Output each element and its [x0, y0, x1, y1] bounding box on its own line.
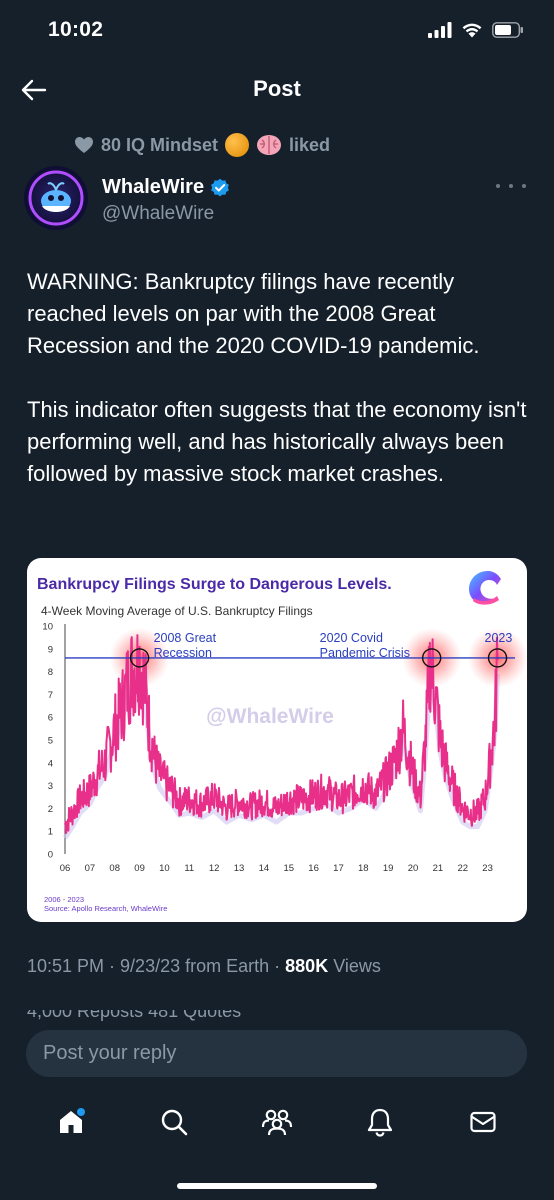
status-time: 10:02 — [48, 18, 104, 41]
bottom-tab-bar — [0, 1092, 554, 1152]
author-display-name[interactable]: WhaleWire — [102, 176, 230, 199]
verified-badge-icon — [211, 178, 229, 196]
y-tick-label: 4 — [48, 758, 53, 769]
x-tick-label: 10 — [159, 863, 170, 874]
engagement-stats-text: 4,000 Reposts 481 Quotes — [27, 1010, 242, 1021]
dot-icon — [509, 184, 513, 188]
y-tick-label: 5 — [48, 736, 53, 747]
tab-home[interactable] — [47, 1098, 95, 1146]
x-tick-label: 13 — [234, 863, 245, 874]
post-date: 9/23/23 — [120, 956, 181, 976]
home-indicator — [177, 1183, 377, 1189]
author-name: WhaleWire — [102, 176, 205, 198]
tab-notifications[interactable] — [356, 1098, 404, 1146]
liker-name: 80 IQ Mindset — [101, 134, 219, 155]
annotation-label: Pandemic Crisis — [320, 646, 410, 660]
orange-circle-emoji-icon — [225, 133, 250, 157]
cellular-signal-icon — [428, 22, 452, 38]
page-title: Post — [253, 76, 301, 101]
dot-icon — [496, 184, 500, 188]
x-tick-label: 16 — [308, 863, 319, 874]
y-tick-label: 8 — [48, 667, 53, 678]
chart-plot-area: 01234567891006 07 08 09 10 11 12 13 14 15 16 17 18 19… — [42, 622, 527, 874]
status-bar: 10:02 — [0, 0, 554, 62]
status-icons — [428, 22, 524, 38]
post-time: 10:51 PM — [27, 956, 105, 976]
notifications-icon — [367, 1108, 392, 1137]
views-label: Views — [333, 956, 381, 976]
y-tick-label: 7 — [48, 690, 53, 701]
brand-logo-icon — [469, 571, 501, 605]
x-tick-label: 11 — [184, 863, 194, 874]
x-tick-label: 14 — [259, 863, 270, 874]
y-tick-label: 1 — [48, 827, 53, 838]
bankruptcy-chart: Bankrupcy Filings Surge to Dangerous Lev… — [37, 571, 527, 913]
y-tick-label: 2 — [48, 804, 53, 815]
chart-footer-range: 2006 - 2023 — [44, 895, 84, 904]
more-options-button[interactable] — [496, 176, 526, 196]
x-tick-label: 15 — [283, 863, 294, 874]
x-tick-label: 12 — [209, 863, 220, 874]
author-row: WhaleWire @WhaleWire — [24, 166, 534, 232]
annotation-label: 2023 — [485, 631, 513, 645]
battery-icon — [492, 22, 523, 38]
wifi-icon — [462, 23, 482, 38]
engagement-stats[interactable]: 4,000 Reposts 481 Quotes — [27, 1010, 241, 1024]
tab-communities[interactable] — [253, 1098, 301, 1146]
communities-icon — [261, 1109, 293, 1136]
author-handle[interactable]: @WhaleWire — [102, 203, 214, 225]
post-source: from Earth — [185, 956, 270, 976]
x-tick-label: 21 — [433, 863, 444, 874]
whale-logo-icon — [24, 166, 88, 230]
x-tick-label: 06 — [60, 863, 71, 874]
annotation-label: 2008 Great — [154, 631, 217, 645]
y-tick-label: 3 — [48, 781, 53, 792]
y-tick-label: 10 — [42, 622, 53, 633]
chart-subtitle: 4-Week Moving Average of U.S. Bankruptcy… — [41, 604, 313, 618]
annotation-label: 2020 Covid — [320, 631, 383, 645]
x-tick-label: 22 — [457, 863, 468, 874]
brain-emoji-icon — [257, 135, 282, 155]
x-tick-label: 19 — [383, 863, 394, 874]
x-tick-label: 07 — [85, 863, 96, 874]
reply-bar — [26, 1030, 527, 1077]
post-text: WARNING: Bankruptcy filings have recentl… — [27, 266, 527, 522]
tab-messages[interactable] — [459, 1098, 507, 1146]
avatar[interactable] — [24, 166, 88, 230]
y-tick-label: 0 — [48, 850, 53, 861]
chart-title: Bankrupcy Filings Surge to Dangerous Lev… — [37, 576, 392, 593]
search-icon — [161, 1109, 188, 1136]
x-tick-label: 20 — [408, 863, 419, 874]
post-paragraph: This indicator often suggests that the e… — [27, 397, 527, 486]
annotation-label: Recession — [154, 646, 212, 660]
post-header: Post — [0, 62, 554, 118]
x-tick-label: 17 — [333, 863, 344, 874]
post-image[interactable]: Bankrupcy Filings Surge to Dangerous Lev… — [27, 558, 527, 922]
views-count: 880K — [285, 956, 329, 976]
tab-search[interactable] — [150, 1098, 198, 1146]
post-meta: 10:51 PM · 9/23/23 from Earth · 880K Vie… — [27, 956, 381, 976]
heart-icon — [75, 137, 93, 153]
chart-watermark: @WhaleWire — [206, 705, 334, 728]
x-tick-label: 08 — [109, 863, 120, 874]
y-tick-label: 6 — [48, 713, 53, 724]
dot-icon — [522, 184, 526, 188]
messages-icon — [469, 1111, 496, 1133]
chart-footer-source: Source: Apollo Research, WhaleWire — [44, 904, 167, 913]
liked-label: liked — [289, 134, 331, 155]
x-tick-label: 18 — [358, 863, 369, 874]
x-tick-label: 09 — [134, 863, 145, 874]
series-line — [64, 634, 499, 835]
post-paragraph: WARNING: Bankruptcy filings have recentl… — [27, 269, 480, 358]
social-context[interactable]: 80 IQ Mindset liked — [74, 133, 330, 157]
x-tick-label: 23 — [482, 863, 493, 874]
reply-input[interactable] — [26, 1030, 527, 1077]
y-tick-label: 9 — [48, 644, 53, 655]
